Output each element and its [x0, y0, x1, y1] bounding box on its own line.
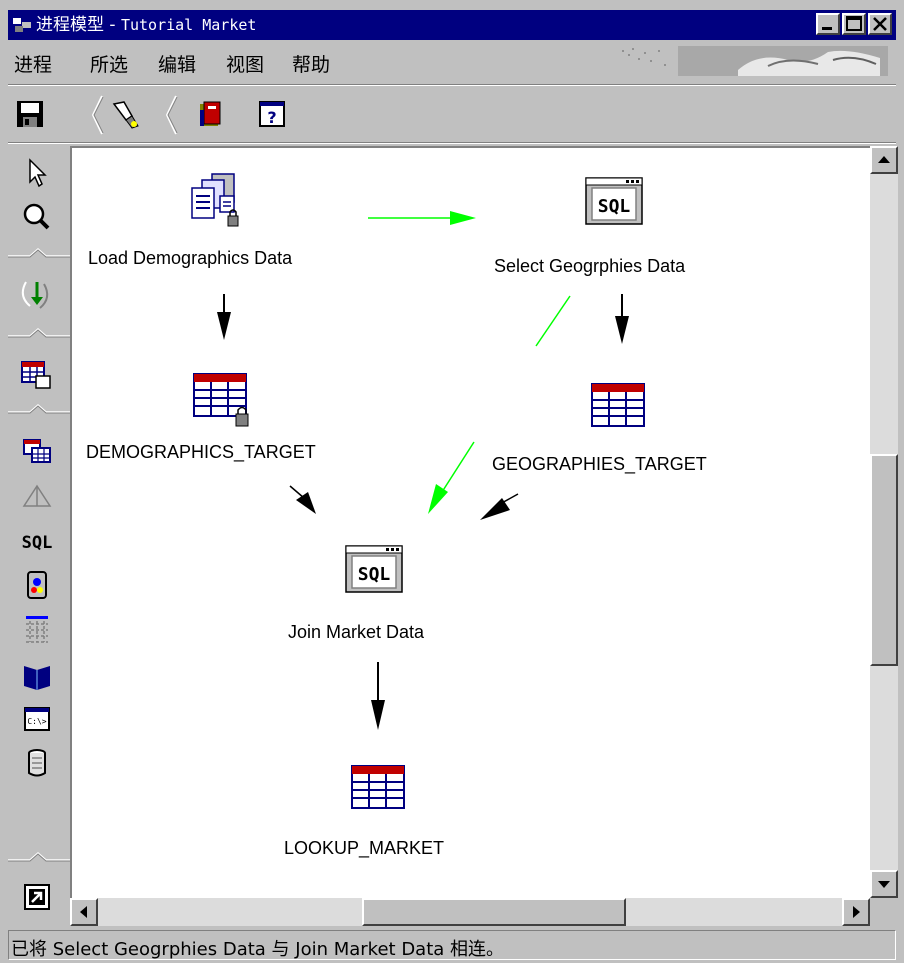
sql-icon[interactable]: SQL: [20, 524, 54, 558]
node-geographies-target[interactable]: GEOGRAPHIES_TARGET: [492, 454, 707, 475]
svg-text:?: ?: [267, 108, 276, 127]
help-icon[interactable]: ?: [256, 98, 288, 130]
svg-text:SQL: SQL: [598, 196, 631, 217]
scrollbar-corner: [870, 898, 898, 926]
target-table-icon[interactable]: [190, 370, 254, 430]
menu-process[interactable]: 进程: [14, 50, 52, 77]
target-table-icon[interactable]: [348, 764, 408, 814]
menu-selected[interactable]: 所选: [90, 50, 128, 77]
node-demographics-target[interactable]: DEMOGRAPHICS_TARGET: [86, 442, 316, 463]
book-blue-icon[interactable]: [20, 658, 54, 692]
toolbar-divider: [164, 94, 178, 136]
connector-load-to-select[interactable]: [368, 211, 476, 225]
menu-view[interactable]: 视图: [226, 50, 264, 77]
connector-load-to-demographics-target[interactable]: [217, 294, 231, 340]
node-lookup-market[interactable]: LOOKUP_MARKET: [284, 838, 444, 859]
save-icon[interactable]: [14, 98, 46, 130]
command-icon[interactable]: C:\>: [20, 702, 54, 736]
connector-demographics-to-join[interactable]: [289, 485, 316, 514]
scroll-right-button[interactable]: [842, 898, 870, 926]
svg-text:SQL: SQL: [358, 564, 391, 585]
toolbar-separator: [8, 142, 896, 144]
window-title: 进程模型 - Tutorial Market: [36, 15, 257, 35]
close-button[interactable]: [868, 13, 892, 35]
svg-text:C:\>: C:\>: [27, 717, 46, 726]
zoom-icon[interactable]: [20, 200, 54, 234]
vertical-scrollbar[interactable]: [870, 146, 898, 898]
vertical-scroll-thumb[interactable]: [870, 454, 898, 666]
palette-separator: [8, 402, 72, 416]
scroll-left-button[interactable]: [70, 898, 98, 926]
menu-edit[interactable]: 编辑: [158, 50, 196, 77]
cylinder-icon[interactable]: [20, 746, 54, 780]
target-table-icon[interactable]: [588, 382, 648, 432]
multi-table-icon[interactable]: [20, 434, 54, 468]
connector-join-to-lookup[interactable]: [371, 662, 385, 730]
pointer-icon[interactable]: [20, 156, 54, 190]
connector-select-to-geographies-target[interactable]: [615, 294, 629, 344]
load-data-icon[interactable]: [188, 170, 244, 230]
status-message: 已将 Select Geogrphies Data 与 Join Market …: [11, 939, 505, 960]
toolbar-divider: [90, 94, 104, 136]
process-model-window: 进程模型 - Tutorial Market 进程 所选 编辑 视图 帮助 ? …: [0, 0, 904, 963]
app-icon: [12, 16, 32, 34]
title-bar[interactable]: 进程模型 - Tutorial Market: [8, 10, 896, 40]
menu-help[interactable]: 帮助: [292, 50, 330, 77]
book-icon[interactable]: [194, 98, 226, 130]
menu-bar: 进程 所选 编辑 视图 帮助: [8, 42, 896, 82]
link-arrow-icon[interactable]: [20, 278, 54, 312]
node-select-geographies[interactable]: Select Geogrphies Data: [494, 256, 685, 277]
palette-separator: [8, 850, 72, 864]
maximize-button[interactable]: [842, 13, 866, 35]
connector-select-to-join[interactable]: [428, 295, 571, 514]
grid-icon[interactable]: [20, 612, 54, 646]
program-icon[interactable]: [20, 568, 54, 602]
sql-step-icon[interactable]: SQL: [584, 176, 644, 226]
minimize-button[interactable]: [816, 13, 840, 35]
menu-separator: [8, 84, 896, 86]
palette-separator: [8, 326, 72, 340]
svg-text:SQL: SQL: [22, 533, 53, 553]
flashlight-icon[interactable]: [110, 98, 142, 130]
tool-palette: SQL C:\>: [8, 146, 72, 926]
scroll-down-button[interactable]: [870, 870, 898, 898]
horizontal-scroll-thumb[interactable]: [362, 898, 626, 926]
sql-step-icon[interactable]: SQL: [344, 544, 404, 596]
table-step-icon[interactable]: [20, 358, 54, 392]
palette-separator: [8, 246, 72, 260]
status-bar: 已将 Select Geogrphies Data 与 Join Market …: [8, 930, 896, 960]
process-canvas[interactable]: Load Demographics Data SQL Select Geogrp…: [70, 146, 870, 898]
scroll-up-button[interactable]: [870, 146, 898, 174]
brand-decoration: [618, 46, 888, 76]
triangle-icon[interactable]: [20, 480, 54, 514]
node-load-demographics[interactable]: Load Demographics Data: [88, 248, 292, 269]
horizontal-scrollbar[interactable]: [70, 898, 870, 926]
toolbar: ?: [8, 88, 896, 142]
node-join-market[interactable]: Join Market Data: [288, 622, 424, 643]
shortcut-icon[interactable]: [20, 880, 54, 914]
connector-geographies-to-join[interactable]: [480, 493, 519, 520]
